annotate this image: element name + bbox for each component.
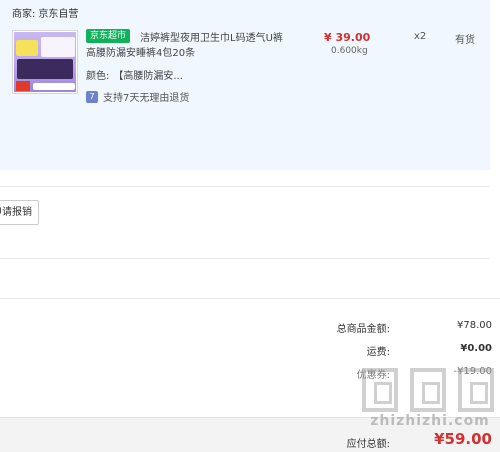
order-item-panel: 商家: 京东自营 京东超市 洁婷裤型夜用卫生巾L码透气U裤 高腰防漏安睡裤4包20… (0, 0, 490, 170)
divider (0, 186, 490, 187)
coupon-label: 优惠券: (356, 370, 390, 381)
coupon-row: 优惠券: -¥19.00 (280, 366, 492, 381)
item-quantity: x2 (414, 31, 427, 42)
total-amount-value: ¥78.00 (457, 320, 492, 331)
product-title-line1[interactable]: 洁婷裤型夜用卫生巾L码透气U裤 (140, 29, 283, 44)
vendor-label: 商家: (12, 9, 36, 20)
coupon-value: -¥19.00 (453, 366, 492, 377)
divider (0, 298, 500, 299)
jd-supermarket-badge: 京东超市 (86, 29, 131, 43)
product-color-row: 颜色: 【高腰防漏安... (86, 67, 183, 82)
thumbnail-package-dark (17, 59, 73, 79)
divider (0, 258, 490, 259)
vendor-name[interactable]: 京东自营 (38, 9, 78, 20)
total-amount-row: 总商品金额: ¥78.00 (280, 320, 492, 335)
return-policy-text: 支持7天无理由退货 (103, 93, 190, 104)
vendor-row: 商家: 京东自营 (12, 5, 78, 20)
thumbnail-promo-tag (16, 40, 38, 56)
thumbnail-sale-tag (16, 81, 30, 91)
item-price: ¥ 39.00 (324, 31, 371, 44)
payable-label: 应付总额: (346, 439, 390, 450)
product-title-line2[interactable]: 高腰防漏安睡裤4包20条 (86, 44, 195, 59)
payable-footer: 应付总额: ¥59.00 (0, 417, 500, 452)
color-value: 【高腰防漏安... (113, 71, 183, 82)
shipping-row: 运费: ¥0.00 (280, 343, 492, 358)
item-weight: 0.600kg (331, 46, 368, 56)
shipping-label: 运费: (366, 347, 390, 358)
shipping-value: ¥0.00 (460, 343, 492, 354)
seven-day-return-icon: 7 (86, 90, 98, 103)
thumbnail-package (41, 37, 75, 57)
stock-status: 有货 (455, 35, 475, 46)
payable-value: ¥59.00 (434, 430, 492, 448)
thumbnail-strip (33, 83, 75, 90)
color-label: 颜色: (86, 71, 110, 82)
report-reimbursement-button[interactable]: 申请报销 (0, 200, 39, 225)
product-thumbnail[interactable] (12, 30, 78, 94)
return-policy-row: 7 支持7天无理由退货 (86, 89, 189, 104)
total-amount-label: 总商品金额: (336, 324, 390, 335)
